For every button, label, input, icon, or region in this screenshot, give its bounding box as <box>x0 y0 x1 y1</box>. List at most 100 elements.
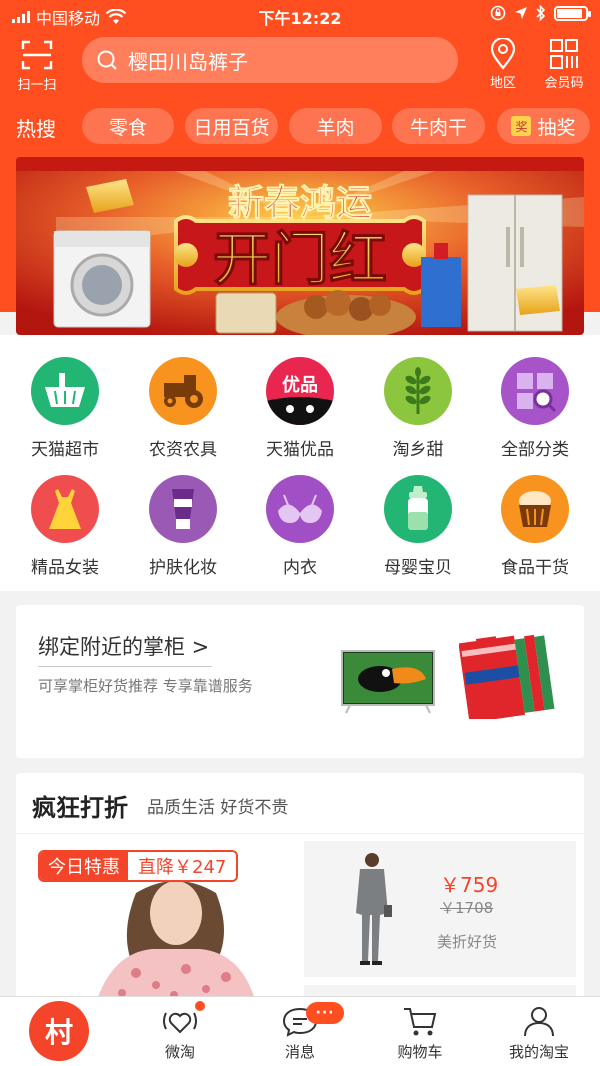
baby-bottle-icon <box>384 475 452 543</box>
tab-label: 我的淘宝 <box>508 1043 569 1061</box>
search-icon <box>97 50 117 70</box>
category-womens-fashion[interactable]: 精品女装 <box>5 475 125 578</box>
hot-chip-daily-goods[interactable]: 日用百货 <box>185 108 278 144</box>
category-label: 食品干货 <box>501 558 569 578</box>
section-title: 疯狂打折 <box>32 794 128 822</box>
category-mother-baby[interactable]: 母婴宝贝 <box>358 475 478 578</box>
category-label: 淘乡甜 <box>392 440 444 460</box>
map-pin-icon <box>490 38 516 70</box>
hot-chip-beef-jerky[interactable]: 牛肉干 <box>392 108 485 144</box>
hot-chip-label: 零食 <box>108 116 147 139</box>
featured-product-image[interactable] <box>56 873 296 1003</box>
bra-icon <box>266 475 334 543</box>
washing-machine-image <box>53 230 151 328</box>
wheat-icon <box>384 357 452 425</box>
dress-icon <box>31 475 99 543</box>
region-label: 地区 <box>489 76 516 91</box>
category-farm-tools[interactable]: 农资农具 <box>123 357 243 460</box>
banner-artwork: 新春鸿运 开门红 <box>16 157 584 335</box>
divider <box>16 833 584 834</box>
category-grid: 天猫超市 农资农具 优品 天猫优品 淘乡甜 全部分类 精品女装 护肤化妆 内衣 … <box>0 335 600 591</box>
hot-chip-label: 羊肉 <box>316 116 355 139</box>
section-subtitle: 品质生活 好货不贵 <box>147 798 289 818</box>
hot-chip-label: 抽奖 <box>537 116 576 139</box>
category-label: 护肤化妆 <box>149 558 217 578</box>
category-label: 天猫超市 <box>31 440 99 460</box>
category-tmall-select[interactable]: 优品 天猫优品 <box>240 357 360 460</box>
category-label: 天猫优品 <box>266 440 334 460</box>
battery-icon <box>554 5 591 21</box>
grid-search-icon <box>501 357 569 425</box>
product-tag: 美折好货 <box>437 933 498 951</box>
battery-level <box>557 8 583 18</box>
tab-label: 购物车 <box>397 1043 443 1061</box>
tab-cart[interactable]: 购物车 <box>360 1005 480 1062</box>
lottery-icon: 奖 <box>511 116 532 136</box>
home-icon: 村 <box>44 1016 73 1049</box>
member-code-icon <box>550 39 578 69</box>
message-badge: ··· <box>306 1002 344 1024</box>
hot-chip-label: 日用百货 <box>193 116 270 139</box>
toothbrush-product-image <box>459 634 555 719</box>
scan-label: 扫一扫 <box>17 78 57 93</box>
search-query: 樱田川岛裤子 <box>128 49 248 74</box>
hot-search-label: 热搜 <box>16 117 56 141</box>
category-label: 农资农具 <box>149 440 217 460</box>
divider <box>38 666 212 667</box>
promo-banner[interactable]: 新春鸿运 开门红 <box>16 157 584 335</box>
tab-weitao[interactable]: 微淘 <box>120 1005 240 1062</box>
hot-chip-mutton[interactable]: 羊肉 <box>289 108 382 144</box>
product-price: ￥759 <box>440 873 499 897</box>
crazy-discount-section: 疯狂打折 品质生活 好货不贵 今日特惠 直降￥247 ￥759 ￥1708 美折… <box>16 773 584 1003</box>
today-deal-label: 今日特惠 <box>40 852 128 880</box>
category-underwear[interactable]: 内衣 <box>240 475 360 578</box>
bind-subtitle: 可享掌柜好货推荐 专享靠谱服务 <box>38 677 253 695</box>
status-bar: 中国移动 下午12:22 <box>0 0 600 30</box>
price-drop-label: 直降￥247 <box>128 852 237 880</box>
tab-label: 微淘 <box>164 1043 195 1061</box>
tab-my-taobao[interactable]: 我的淘宝 <box>479 1005 599 1062</box>
category-all[interactable]: 全部分类 <box>475 357 595 460</box>
category-label: 母婴宝贝 <box>384 558 452 578</box>
location-arrow-icon <box>515 7 527 19</box>
scan-icon <box>21 40 53 70</box>
category-label: 全部分类 <box>501 440 569 460</box>
rotation-lock-icon <box>490 5 506 21</box>
cosmetic-icon <box>149 475 217 543</box>
product-original-price: ￥1708 <box>440 899 494 917</box>
user-icon <box>524 1007 554 1037</box>
tmall-icon: 优品 <box>266 357 334 425</box>
member-code-label: 会员码 <box>544 76 584 91</box>
product-image <box>356 853 392 965</box>
banner-line2: 开门红 <box>213 225 387 293</box>
tab-home[interactable]: 村 <box>29 1001 89 1061</box>
hot-chip-lottery[interactable]: 奖 抽奖 <box>497 108 590 144</box>
today-deal-tag[interactable]: 今日特惠 直降￥247 <box>38 850 239 882</box>
bluetooth-icon <box>536 5 546 21</box>
category-taoxiangtian[interactable]: 淘乡甜 <box>358 357 478 460</box>
search-bar[interactable]: 樱田川岛裤子 <box>82 37 458 83</box>
hot-chip-label: 牛肉干 <box>409 116 467 139</box>
cake-icon <box>501 475 569 543</box>
category-label: 内衣 <box>283 558 317 578</box>
bind-title: 绑定附近的掌柜 > <box>38 635 210 659</box>
category-food[interactable]: 食品干货 <box>475 475 595 578</box>
heart-wave-icon <box>163 1012 197 1034</box>
hot-chip-snacks[interactable]: 零食 <box>82 108 174 144</box>
member-code-button[interactable]: 会员码 <box>540 38 588 91</box>
category-skincare[interactable]: 护肤化妆 <box>123 475 243 578</box>
status-icons <box>490 5 591 21</box>
tractor-icon <box>149 357 217 425</box>
category-tmall-supermarket[interactable]: 天猫超市 <box>5 357 125 460</box>
scan-button[interactable]: 扫一扫 <box>14 40 60 93</box>
region-button[interactable]: 地区 <box>484 38 522 91</box>
banner-line1: 新春鸿运 <box>228 182 372 224</box>
tv-product-image <box>341 650 435 714</box>
weitao-notification-dot <box>195 1001 205 1011</box>
category-label: 精品女装 <box>31 558 99 578</box>
basket-icon <box>31 357 99 425</box>
tab-bar: 村 微淘 消息 购物车 我的淘宝 <box>0 996 600 1066</box>
product-card[interactable]: ￥759 ￥1708 美折好货 <box>304 841 576 977</box>
tab-label: 消息 <box>284 1043 315 1061</box>
bind-shopkeeper-card[interactable]: 绑定附近的掌柜 > 可享掌柜好货推荐 专享靠谱服务 <box>16 605 584 758</box>
